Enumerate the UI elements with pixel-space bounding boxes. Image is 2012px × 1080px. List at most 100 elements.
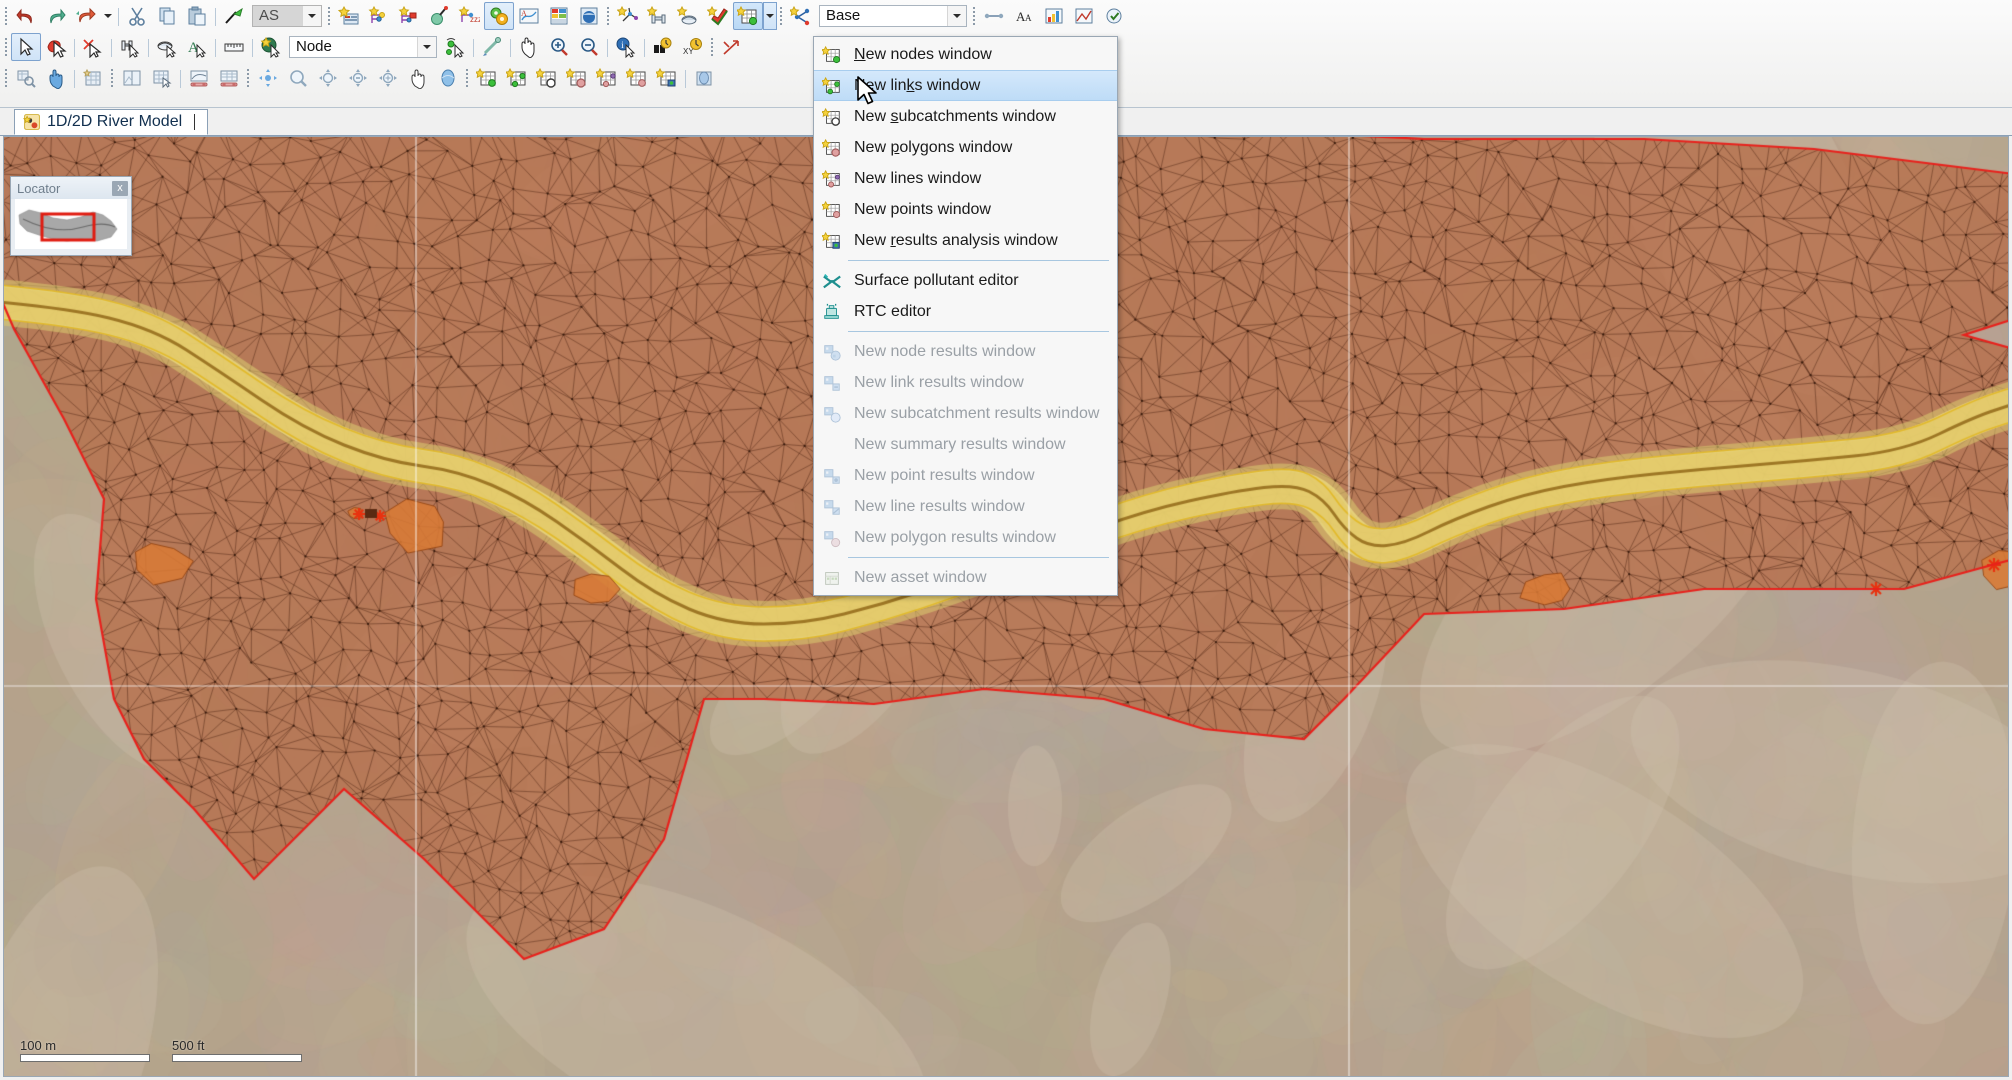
new-window-menu[interactable]: New nodes window New links window New subc… <box>813 36 1118 596</box>
locator-panel[interactable]: Locator x <box>10 176 132 256</box>
results-grid-button[interactable] <box>652 64 682 92</box>
move-object-button[interactable] <box>115 33 145 61</box>
map-theme-button[interactable] <box>1069 2 1099 30</box>
split-window-button[interactable] <box>117 64 147 92</box>
zoom-window-button[interactable] <box>283 64 313 92</box>
document-tab-1d2d-river-model[interactable]: 1D/2D River Model <box>14 109 209 135</box>
commit-button[interactable] <box>424 2 454 30</box>
copy-button[interactable] <box>152 2 182 30</box>
new-check-button[interactable] <box>703 2 733 30</box>
snap-button[interactable] <box>717 33 747 61</box>
text-style-button[interactable]: AA <box>1009 2 1039 30</box>
find-button[interactable] <box>648 33 678 61</box>
zoom-target-button[interactable] <box>313 64 343 92</box>
grab-tool-button[interactable] <box>403 64 433 92</box>
select-red-tool-button[interactable] <box>41 33 71 61</box>
close-icon[interactable]: x <box>112 180 128 196</box>
validate-run-button[interactable] <box>1099 2 1129 30</box>
locator-overview-map[interactable] <box>15 199 127 249</box>
menu-item-surface-pollutant-editor[interactable]: Surface pollutant editor <box>814 265 1117 296</box>
select-hand-button[interactable] <box>41 64 71 92</box>
branch-button[interactable] <box>364 2 394 30</box>
menu-item-new-links-window[interactable]: New links window <box>814 70 1117 101</box>
scenario-combo[interactable]: Base <box>819 4 967 27</box>
find-xy-button[interactable]: XY <box>678 33 708 61</box>
toolbar-grip[interactable] <box>463 67 472 89</box>
toolbar-grip[interactable] <box>777 5 786 27</box>
polygons-grid-button[interactable] <box>562 64 592 92</box>
menu-item-new-lines-window[interactable]: New lines window <box>814 163 1117 194</box>
toolbar-grip[interactable] <box>2 67 11 89</box>
connect-tool-button[interactable] <box>477 33 507 61</box>
zoom-target-minus-button[interactable] <box>343 64 373 92</box>
menu-item-new-points-window[interactable]: New points window <box>814 194 1117 225</box>
new-network-button[interactable] <box>613 2 643 30</box>
version-button[interactable]: zzz <box>454 2 484 30</box>
style-combo-arrow[interactable] <box>302 5 321 26</box>
deselect-tool-button[interactable] <box>78 33 108 61</box>
toolbar-grip[interactable] <box>325 5 334 27</box>
menu-item-new-results-analysis-window[interactable]: New results analysis window <box>814 225 1117 256</box>
new-grid-window-button[interactable] <box>733 1 763 30</box>
info-tool-button[interactable]: i <box>611 33 641 61</box>
object-type-combo-arrow[interactable] <box>417 36 436 57</box>
new-scheme-button[interactable] <box>786 2 816 30</box>
object-type-combo[interactable]: Node <box>289 35 437 58</box>
nodes-grid-button[interactable] <box>472 64 502 92</box>
menu-item-rtc-editor[interactable]: RTC editor <box>814 296 1117 327</box>
menu-item-new-subcatchments-window[interactable]: New subcatchments window <box>814 101 1117 132</box>
paste-button[interactable] <box>182 2 212 30</box>
branch-flag-button[interactable] <box>394 2 424 30</box>
table-view-button[interactable] <box>78 64 108 92</box>
toolbar-grip[interactable] <box>708 36 717 58</box>
redo-button[interactable] <box>41 2 71 30</box>
object-select-button[interactable] <box>256 33 286 61</box>
points-grid-button[interactable] <box>622 64 652 92</box>
graph-button[interactable]: A <box>514 2 544 30</box>
cross-section-button[interactable] <box>214 64 244 92</box>
toolbar-grip[interactable] <box>108 67 117 89</box>
scenario-compare-button[interactable] <box>979 2 1009 30</box>
redo-dropdown-arrow[interactable] <box>101 2 115 30</box>
redo-list-button[interactable] <box>71 2 101 30</box>
pan-mode-button[interactable] <box>253 64 283 92</box>
scenario-combo-arrow[interactable] <box>947 5 966 26</box>
zoom-target-alt-button[interactable] <box>373 64 403 92</box>
menu-item-label: New summary results window <box>854 435 1066 453</box>
toolbar-grip[interactable] <box>2 5 11 27</box>
toolbar-grip[interactable] <box>604 5 613 27</box>
menu-item-new-nodes-window[interactable]: New nodes window <box>814 39 1117 70</box>
query-button[interactable] <box>11 64 41 92</box>
globe-button[interactable] <box>574 2 604 30</box>
toolbar-grip[interactable] <box>2 36 11 58</box>
new-grid-window-dropdown-arrow[interactable] <box>763 1 777 30</box>
style-combo[interactable]: AS <box>252 4 322 27</box>
cut-button[interactable] <box>122 2 152 30</box>
flag-tool-button[interactable] <box>219 2 249 30</box>
text-tool-button[interactable]: A <box>182 33 212 61</box>
rotate-object-button[interactable] <box>152 33 182 61</box>
grid-window-button[interactable] <box>147 64 177 92</box>
new-link-button[interactable] <box>643 2 673 30</box>
long-section-button[interactable] <box>184 64 214 92</box>
validate-button[interactable] <box>334 2 364 30</box>
menu-item-new-polygons-window[interactable]: New polygons window <box>814 132 1117 163</box>
new-subcatchment-button[interactable] <box>673 2 703 30</box>
theme-button[interactable] <box>1039 2 1069 30</box>
zoom-in-button[interactable] <box>544 33 574 61</box>
results-window-button[interactable] <box>689 64 719 92</box>
sphere-tool-button[interactable] <box>433 64 463 92</box>
run-simulation-button[interactable] <box>484 1 514 30</box>
lines-grid-button[interactable] <box>592 64 622 92</box>
toolbar-grip[interactable] <box>970 5 979 27</box>
grid-data-button[interactable] <box>544 2 574 30</box>
zoom-out-button[interactable] <box>574 33 604 61</box>
links-grid-button[interactable] <box>502 64 532 92</box>
subcatchments-grid-button[interactable] <box>532 64 562 92</box>
toolbar-grip[interactable] <box>244 67 253 89</box>
select-tool-button[interactable] <box>11 32 41 61</box>
trace-network-button[interactable] <box>440 33 470 61</box>
undo-button[interactable] <box>11 2 41 30</box>
pan-tool-button[interactable] <box>514 33 544 61</box>
measure-tool-button[interactable] <box>219 33 249 61</box>
